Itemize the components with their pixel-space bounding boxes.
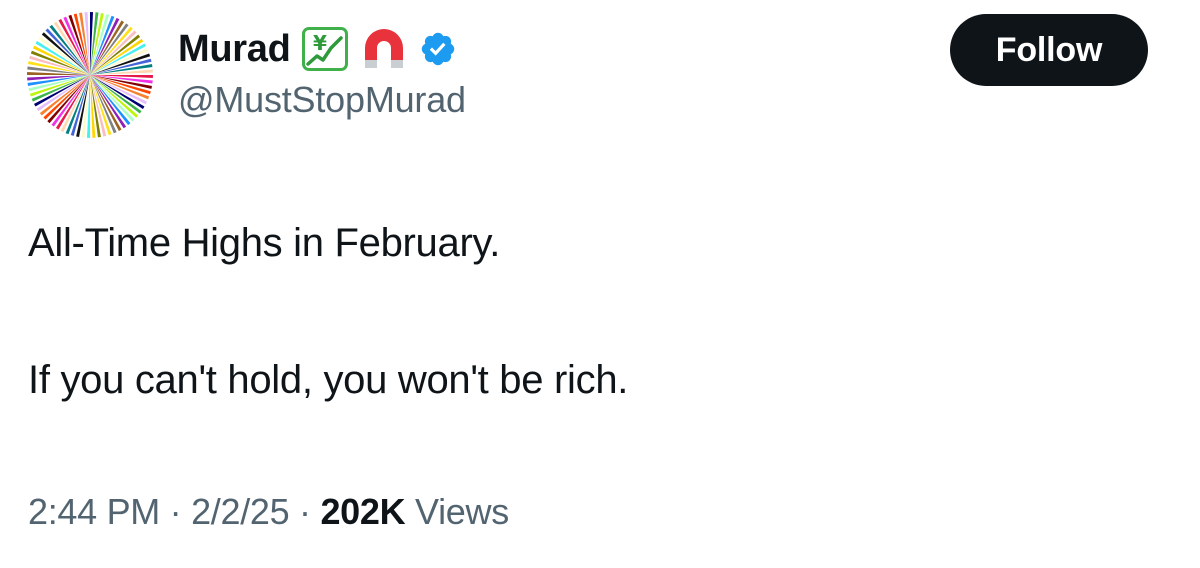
tweet-text-line-1: All-Time Highs in February.: [28, 221, 501, 265]
tweet-time[interactable]: 2:44 PM: [28, 491, 160, 532]
tweet-meta: 2:44 PM · 2/2/25 · 202K Views: [28, 490, 509, 533]
tweet-text-line-2: If you can't hold, you won't be rich.: [28, 358, 629, 402]
tweet-card: Murad ¥ @MustStopMurad Follow All-Time H…: [0, 0, 1200, 568]
author-handle[interactable]: @MustStopMurad: [178, 80, 466, 120]
tweet-date[interactable]: 2/2/25: [191, 491, 290, 532]
views-label: Views: [415, 491, 509, 532]
verified-badge-icon[interactable]: [419, 30, 457, 68]
avatar[interactable]: [27, 12, 153, 138]
chart-yen-icon: ¥: [301, 26, 349, 72]
meta-separator: ·: [289, 491, 321, 532]
author-display-name[interactable]: Murad: [178, 30, 291, 68]
author-name-row: Murad ¥: [178, 24, 457, 74]
svg-text:¥: ¥: [313, 31, 327, 55]
meta-separator: ·: [159, 491, 192, 532]
follow-button[interactable]: Follow: [950, 14, 1148, 86]
views-count: 202K: [320, 491, 406, 532]
magnet-icon: [359, 24, 409, 74]
